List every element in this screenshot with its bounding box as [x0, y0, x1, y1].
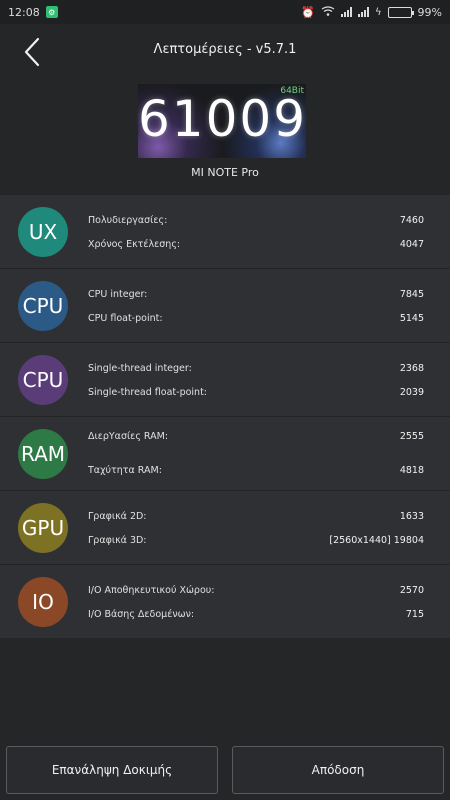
- charging-icon: ϟ: [374, 6, 382, 18]
- metric-label: I/O Βάσης Δεδομένων:: [88, 609, 195, 620]
- score-panel: 61009 64Bit: [138, 84, 306, 158]
- page-title: Λεπτομέρειες - v5.7.1: [153, 42, 297, 57]
- cpu-badge: CPU: [18, 281, 68, 331]
- metric-label: Γραφικά 2D:: [88, 511, 147, 522]
- retry-test-button[interactable]: Επανάληψη Δοκιμής: [6, 746, 218, 794]
- metric-value: 5145: [399, 313, 424, 324]
- metric-value: 2555: [399, 431, 424, 442]
- metric-label: Single-thread float-point:: [88, 387, 207, 398]
- single-thread-cpu-badge: CPU: [18, 355, 68, 405]
- ux-badge: UX: [18, 207, 68, 257]
- notification-icon: ⚙: [45, 6, 58, 18]
- metric-row: Single-thread integer: 2368: [88, 363, 424, 374]
- signal-icon: [340, 7, 352, 17]
- metric-row: Γραφικά 3D: [2560x1440] 19804: [88, 535, 424, 546]
- metric-row: Γραφικά 2D: 1633: [88, 511, 424, 522]
- metric-label: CPU float-point:: [88, 313, 163, 324]
- metric-value: 715: [405, 609, 424, 620]
- category-row-ux: UX Πολυδιεργασίες: 7460 Χρόνος Εκτέλεσης…: [0, 194, 450, 268]
- metric-label: Πολυδιεργασίες:: [88, 215, 168, 226]
- metric-label: ΔιερΥασίες RAM:: [88, 431, 169, 442]
- signal-icon: [357, 7, 369, 17]
- metric-row: Single-thread float-point: 2039: [88, 387, 424, 398]
- device-name: MI NOTE Pro: [191, 166, 259, 179]
- gpu-badge: GPU: [18, 503, 68, 553]
- metric-value: 7460: [399, 215, 424, 226]
- results-list: UX Πολυδιεργασίες: 7460 Χρόνος Εκτέλεσης…: [0, 194, 450, 638]
- metric-label: Ταχύτητα RAM:: [88, 465, 162, 476]
- metric-row: I/O Αποθηκευτικού Χώρου: 2570: [88, 585, 424, 596]
- category-row-cpu: CPU CPU integer: 7845 CPU float-point: 5…: [0, 268, 450, 342]
- metric-row: Ταχύτητα RAM: 4818: [88, 465, 424, 476]
- metric-row: I/O Βάσης Δεδομένων: 715: [88, 609, 424, 620]
- wifi-icon: [321, 5, 335, 19]
- metric-value: 2039: [399, 387, 424, 398]
- alarm-icon: ⏰: [301, 5, 315, 19]
- metric-label: Χρόνος Εκτέλεσης:: [88, 239, 181, 250]
- metric-label: CPU integer:: [88, 289, 148, 300]
- category-row-single-thread: CPU Single-thread integer: 2368 Single-t…: [0, 342, 450, 416]
- total-score: 61009: [138, 90, 308, 148]
- ram-badge: RAM: [18, 429, 68, 479]
- battery-icon: [387, 6, 414, 18]
- metric-value: 7845: [399, 289, 424, 300]
- header: Λεπτομέρειες - v5.7.1: [0, 24, 450, 80]
- metric-value: 4818: [399, 465, 424, 476]
- metric-value: [2560x1440] 19804: [329, 535, 424, 546]
- bit-badge: 64Bit: [280, 86, 304, 96]
- metric-row: CPU float-point: 5145: [88, 313, 424, 324]
- metric-row: Πολυδιεργασίες: 7460: [88, 215, 424, 226]
- metric-value: 2368: [399, 363, 424, 374]
- metric-value: 1633: [399, 511, 424, 522]
- category-row-gpu: GPU Γραφικά 2D: 1633 Γραφικά 3D: [2560x1…: [0, 490, 450, 564]
- metric-row: CPU integer: 7845: [88, 289, 424, 300]
- status-bar: 12:08 ⚙ ⏰ ϟ 99%: [0, 0, 450, 24]
- metric-label: Single-thread integer:: [88, 363, 192, 374]
- category-row-io: IO I/O Αποθηκευτικού Χώρου: 2570 I/O Βάσ…: [0, 564, 450, 638]
- metric-value: 2570: [399, 585, 424, 596]
- metric-label: I/O Αποθηκευτικού Χώρου:: [88, 585, 215, 596]
- metric-row: ΔιερΥασίες RAM: 2555: [88, 431, 424, 442]
- battery-percent: 99%: [417, 5, 442, 19]
- metric-row: Χρόνος Εκτέλεσης: 4047: [88, 239, 424, 250]
- status-time: 12:08: [8, 5, 40, 19]
- metric-label: Γραφικά 3D:: [88, 535, 147, 546]
- category-row-ram: RAM ΔιερΥασίες RAM: 2555 Ταχύτητα RAM: 4…: [0, 416, 450, 490]
- io-badge: IO: [18, 577, 68, 627]
- performance-button[interactable]: Απόδοση: [232, 746, 444, 794]
- metric-value: 4047: [399, 239, 424, 250]
